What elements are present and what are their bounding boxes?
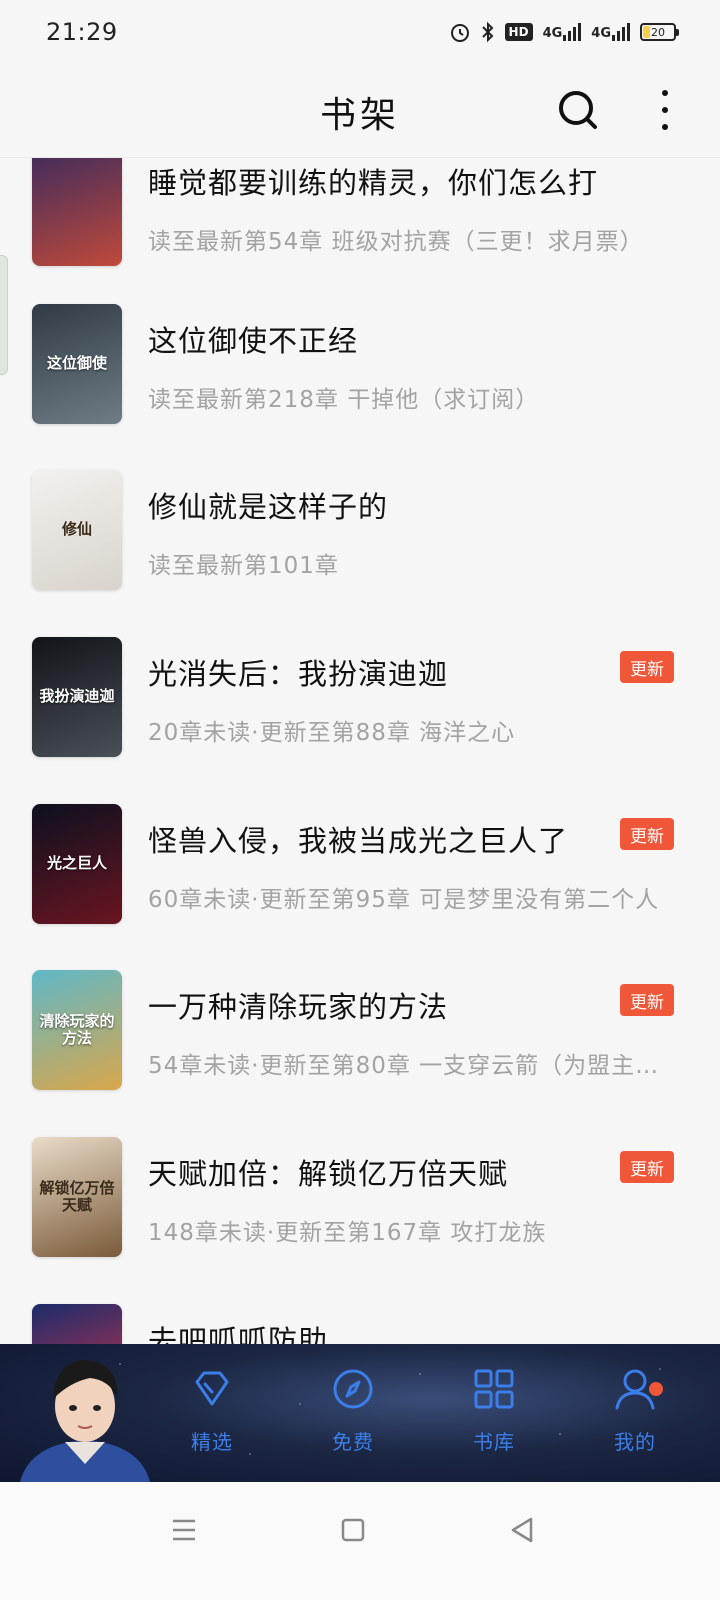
nav-label: 免费 <box>332 1430 374 1454</box>
book-row[interactable]: 光之巨人 怪兽入侵，我被当成光之巨人了 60章未读·更新至第95章 可是梦里没有第二… <box>0 804 720 934</box>
menu-icon <box>173 1519 195 1541</box>
book-row[interactable]: 清除玩家的方法 一万种清除玩家的方法 54章未读·更新至第80章 一支穿云箭（为盟主… <box>0 970 720 1100</box>
nav-label: 精选 <box>191 1430 233 1454</box>
book-row[interactable]: 这位御使 这位御使不正经读至最新第218章 干掉他（求订阅） <box>0 304 720 434</box>
book-cover[interactable]: 清除玩家的方法 <box>32 970 122 1090</box>
book-progress: 读至最新第101章 <box>148 553 339 579</box>
book-row[interactable]: 修仙 修仙就是这样子的读至最新第101章 <box>0 470 720 600</box>
book-cover[interactable] <box>32 1304 122 1344</box>
signal-2: 4G <box>591 23 630 41</box>
battery-icon: 20 <box>640 23 679 41</box>
notification-dot <box>649 1382 663 1396</box>
book-title: 睡觉都要训练的精灵，你们怎么打 <box>148 166 599 200</box>
nav-item-library[interactable]: 书库 <box>444 1366 544 1476</box>
book-title: 一万种清除玩家的方法 <box>148 990 449 1024</box>
avatar-figure[interactable] <box>10 1344 160 1482</box>
book-title: 这位御使不正经 <box>148 324 359 358</box>
book-row[interactable]: 我扮演迪迦 光消失后：我扮演迪迦 20章未读·更新至第88章 海洋之心 更新 <box>0 637 720 767</box>
bottom-nav: 精选 免费 书库 我的 <box>0 1344 720 1482</box>
book-cover[interactable]: 光之巨人 <box>32 804 122 924</box>
book-title: 怪兽入侵，我被当成光之巨人了 <box>148 824 569 858</box>
search-icon <box>559 91 597 129</box>
book-row[interactable]: 去吧呱呱防助 <box>0 1304 720 1344</box>
status-time: 21:29 <box>46 18 118 46</box>
book-title: 天赋加倍：解锁亿万倍天赋 <box>148 1157 509 1191</box>
status-icons: HD 4G 4G 20 <box>449 21 679 43</box>
book-progress: 60章未读·更新至第95章 可是梦里没有第二个人 <box>148 887 660 913</box>
more-icon <box>662 90 668 96</box>
back-button[interactable] <box>502 1510 542 1550</box>
system-nav-bar <box>0 1482 720 1600</box>
nav-label: 书库 <box>473 1430 515 1454</box>
cover-title-text: 光之巨人 <box>46 854 107 873</box>
network-type-1: 4G <box>542 26 563 41</box>
book-progress: 148章未读·更新至第167章 攻打龙族 <box>148 1220 547 1246</box>
book-cover[interactable]: 我扮演迪迦 <box>32 637 122 757</box>
more-button[interactable] <box>656 90 674 130</box>
nav-item-featured[interactable]: 精选 <box>162 1366 262 1476</box>
status-bar: 21:29 HD 4G 4G 20 <box>0 0 720 64</box>
cover-title-text: 这位御使 <box>46 354 107 373</box>
signal-bars-icon <box>563 23 582 41</box>
signal-1: 4G <box>543 23 582 41</box>
search-button[interactable] <box>556 88 600 132</box>
book-progress: 读至最新第218章 干掉他（求订阅） <box>148 387 540 413</box>
nav-item-free[interactable]: 免费 <box>303 1366 403 1476</box>
book-progress: 20章未读·更新至第88章 海洋之心 <box>148 720 516 746</box>
network-type-2: 4G <box>591 26 611 41</box>
update-badge: 更新 <box>620 651 674 683</box>
bookshelf-list[interactable]: 睡觉都要训练的精灵，你们怎么打读至最新第54章 班级对抗赛（三更！求月票） 这位御… <box>0 158 720 1344</box>
grid-icon <box>474 1369 514 1409</box>
book-progress: 54章未读·更新至第80章 一支穿云箭（为盟主加更） <box>148 1053 672 1079</box>
nav-item-mine[interactable]: 我的 <box>585 1366 685 1476</box>
back-icon <box>511 1517 533 1543</box>
book-title: 去吧呱呱防助 <box>148 1324 329 1344</box>
book-cover[interactable]: 修仙 <box>32 470 122 590</box>
alarm-icon <box>450 24 469 42</box>
book-progress: 读至最新第54章 班级对抗赛（三更！求月票） <box>148 229 644 255</box>
book-title: 光消失后：我扮演迪迦 <box>148 657 449 691</box>
cover-title-text: 解锁亿万倍天赋 <box>39 1178 115 1214</box>
signal-bars-icon <box>612 23 630 41</box>
recent-apps-button[interactable] <box>164 1510 204 1550</box>
book-row[interactable]: 解锁亿万倍天赋 天赋加倍：解锁亿万倍天赋 148章未读·更新至第167章 攻打龙族 更… <box>0 1137 720 1267</box>
book-cover[interactable]: 这位御使 <box>32 304 122 424</box>
book-row[interactable]: 睡觉都要训练的精灵，你们怎么打读至最新第54章 班级对抗赛（三更！求月票） <box>0 158 720 276</box>
cover-title-text: 修仙 <box>61 520 92 539</box>
diamond-icon <box>195 1371 229 1406</box>
home-button[interactable] <box>333 1510 373 1550</box>
cover-title-text: 我扮演迪迦 <box>39 687 115 706</box>
hd-badge: HD <box>504 23 533 41</box>
update-badge: 更新 <box>620 818 674 850</box>
cover-title-text: 清除玩家的方法 <box>39 1011 115 1047</box>
compass-icon <box>333 1369 373 1409</box>
book-cover[interactable] <box>32 158 122 266</box>
bluetooth-icon <box>481 21 493 43</box>
update-badge: 更新 <box>620 1151 674 1183</box>
nav-label: 我的 <box>614 1430 656 1454</box>
home-icon <box>341 1518 365 1542</box>
app-header: 书架 <box>0 64 720 158</box>
book-cover[interactable]: 解锁亿万倍天赋 <box>32 1137 122 1257</box>
battery-level: 20 <box>651 25 665 39</box>
update-badge: 更新 <box>620 984 674 1016</box>
book-title: 修仙就是这样子的 <box>148 490 389 524</box>
page-title: 书架 <box>319 95 400 136</box>
